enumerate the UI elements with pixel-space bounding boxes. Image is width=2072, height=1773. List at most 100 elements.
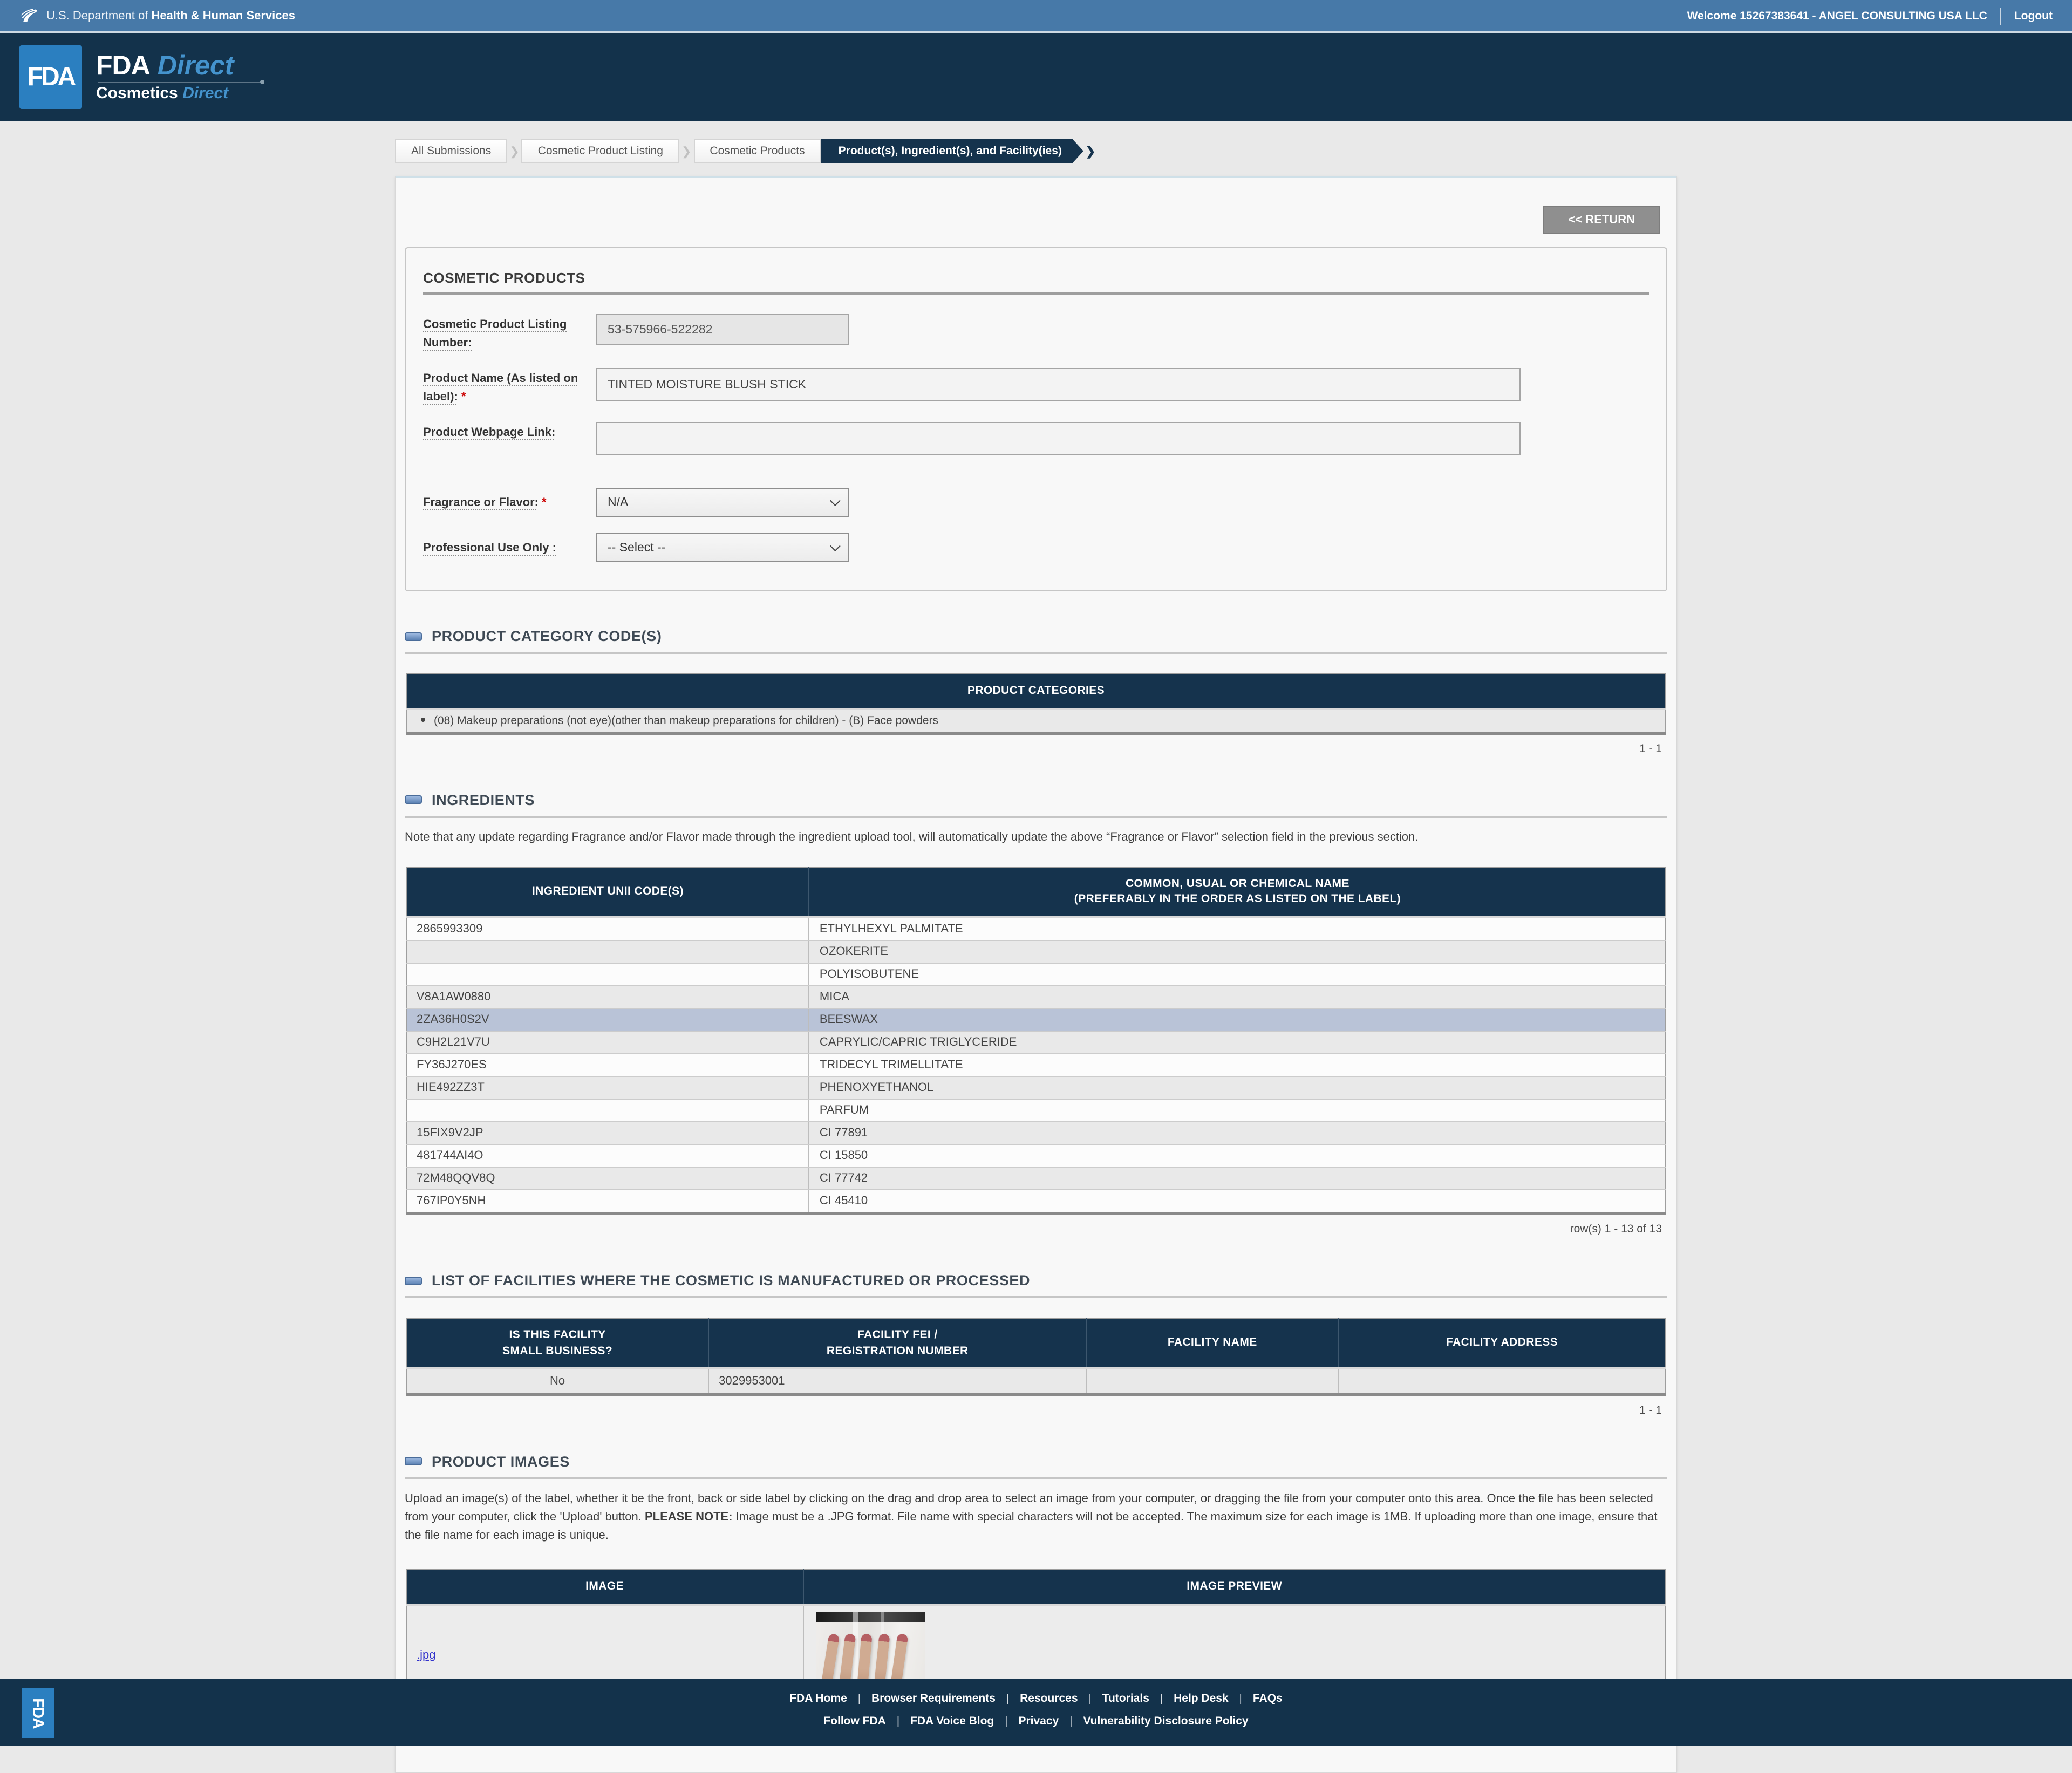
- ingredient-row[interactable]: FY36J270ES TRIDECYL TRIMELLITATE: [406, 1054, 1666, 1078]
- brand-block: FDA Direct Cosmetics Direct: [96, 51, 264, 103]
- footer-link[interactable]: FDA Voice Blog: [910, 1715, 994, 1728]
- ingredient-row[interactable]: 767IP0Y5NH CI 45410: [406, 1190, 1666, 1215]
- cosmetic-products-panel: COSMETIC PRODUCTS Cosmetic Product Listi…: [405, 247, 1667, 591]
- categories-pagination: 1 - 1: [1639, 742, 1662, 755]
- footer-link[interactable]: FAQs: [1253, 1692, 1283, 1705]
- ingredient-row[interactable]: OZOKERITE: [406, 940, 1666, 964]
- collapse-icon[interactable]: [405, 632, 422, 640]
- main-content-card: << RETURN COSMETIC PRODUCTS Cosmetic Pro…: [395, 176, 1677, 1773]
- footer-fda-logo: FDA: [22, 1688, 54, 1738]
- breadcrumb-cosmetic-product-listing[interactable]: Cosmetic Product Listing: [521, 139, 679, 163]
- footer-link-divider: |: [1088, 1693, 1092, 1704]
- facilities-pagination: 1 - 1: [1639, 1403, 1662, 1417]
- brand-fda: FDA: [96, 51, 151, 81]
- brand-direct: Direct: [157, 51, 234, 81]
- chevron-down-icon: [829, 495, 841, 507]
- breadcrumb-current-page: Product(s), Ingredient(s), and Facility(…: [821, 139, 1083, 163]
- brand-cosmetics: Cosmetics: [96, 84, 178, 103]
- facility-address-column-header: FACILITY ADDRESS: [1338, 1318, 1666, 1370]
- breadcrumb-all-submissions[interactable]: All Submissions: [395, 139, 508, 163]
- logout-link[interactable]: Logout: [2014, 9, 2053, 22]
- brand-separator: [98, 80, 264, 84]
- footer-link-divider: |: [1160, 1693, 1163, 1704]
- footer-link-divider: |: [1005, 1715, 1008, 1727]
- cosmetic-products-title: COSMETIC PRODUCTS: [423, 270, 1649, 295]
- footer-link[interactable]: Resources: [1020, 1692, 1078, 1705]
- footer-link[interactable]: Browser Requirements: [871, 1692, 996, 1705]
- ingredient-name-cell: MICA: [809, 986, 1666, 1010]
- ingredient-row[interactable]: 72M48QQV8Q CI 77742: [406, 1167, 1666, 1191]
- ingredient-row[interactable]: V8A1AW0880 MICA: [406, 986, 1666, 1010]
- listing-number-input: [596, 314, 849, 345]
- ingredients-section: INGREDIENTS Note that any update regardi…: [405, 792, 1667, 1236]
- footer-link[interactable]: Privacy: [1018, 1715, 1059, 1728]
- hhs-label: U.S. Department of Health & Human Servic…: [46, 9, 295, 22]
- fei-column-header: FACILITY FEI / REGISTRATION NUMBER: [708, 1318, 1087, 1370]
- image-file-link[interactable]: .jpg: [417, 1649, 436, 1662]
- footer-links-row1: FDA Home | Browser Requirements | Resour…: [0, 1679, 2072, 1705]
- ingredient-unii-cell: [406, 963, 810, 987]
- webpage-link-input[interactable]: [596, 422, 1521, 455]
- product-name-label: Product Name (As listed on label): *: [423, 372, 578, 403]
- ingredient-row[interactable]: 481744AI4O CI 15850: [406, 1144, 1666, 1168]
- ingredient-row[interactable]: C9H2L21V7U CAPRYLIC/CAPRIC TRIGLYCERIDE: [406, 1031, 1666, 1055]
- chevron-down-icon: [829, 541, 841, 552]
- hhs-eagle-icon: [19, 6, 39, 25]
- product-category-section: PRODUCT CATEGORY CODE(S) PRODUCT CATEGOR…: [405, 628, 1667, 755]
- footer-link-divider: |: [1239, 1693, 1242, 1704]
- fragrance-flavor-select[interactable]: N/A: [596, 488, 849, 517]
- fda-logo: FDA: [19, 45, 82, 109]
- ingredient-unii-cell: 2ZA36H0S2V: [406, 1008, 810, 1032]
- ingredients-note: Note that any update regarding Fragrance…: [405, 830, 1419, 844]
- webpage-link-label: Product Webpage Link:: [423, 426, 556, 439]
- unii-column-header: INGREDIENT UNII CODE(S): [406, 867, 810, 919]
- ingredient-unii-cell: FY36J270ES: [406, 1054, 810, 1078]
- ingredient-row[interactable]: 2ZA36H0S2V BEESWAX: [406, 1008, 1666, 1032]
- breadcrumb-arrow-icon: ❯: [1085, 145, 1096, 158]
- ingredient-name-cell: CI 77891: [809, 1122, 1666, 1145]
- ingredient-name-cell: PHENOXYETHANOL: [809, 1076, 1666, 1100]
- ingredient-unii-cell: [406, 1099, 810, 1123]
- facilities-title: LIST OF FACILITIES WHERE THE COSMETIC IS…: [432, 1272, 1031, 1289]
- product-categories-table: PRODUCT CATEGORIES (08) Makeup preparati…: [406, 673, 1666, 735]
- main-header: FDA FDA Direct Cosmetics Direct: [0, 33, 2072, 121]
- ingredient-name-cell: CI 77742: [809, 1167, 1666, 1191]
- ingredient-row[interactable]: PARFUM: [406, 1099, 1666, 1123]
- small-business-column-header: IS THIS FACILITY SMALL BUSINESS?: [406, 1318, 710, 1370]
- ingredients-title: INGREDIENTS: [432, 792, 535, 808]
- footer-link[interactable]: Vulnerability Disclosure Policy: [1083, 1715, 1248, 1728]
- footer-link[interactable]: Follow FDA: [823, 1715, 886, 1728]
- collapse-icon[interactable]: [405, 795, 422, 804]
- ingredient-name-cell: ETHYLHEXYL PALMITATE: [809, 917, 1666, 942]
- return-button[interactable]: << RETURN: [1543, 206, 1660, 234]
- ingredient-name-cell: CI 15850: [809, 1144, 1666, 1168]
- product-categories-header: PRODUCT CATEGORIES: [406, 674, 1666, 710]
- professional-use-select[interactable]: -- Select --: [596, 533, 849, 562]
- footer-link-divider: |: [1006, 1693, 1010, 1704]
- fragrance-flavor-label: Fragrance or Flavor: *: [423, 496, 547, 510]
- ingredient-name-cell: OZOKERITE: [809, 940, 1666, 964]
- ingredient-unii-cell: V8A1AW0880: [406, 986, 810, 1010]
- breadcrumb-cosmetic-products[interactable]: Cosmetic Products: [693, 139, 821, 163]
- image-column-header: IMAGE: [406, 1570, 804, 1606]
- facilities-section: LIST OF FACILITIES WHERE THE COSMETIC IS…: [405, 1272, 1667, 1417]
- brand-cosmetics-direct: Direct: [182, 84, 229, 103]
- facility-address-cell: [1338, 1368, 1666, 1395]
- footer-link[interactable]: Help Desk: [1174, 1692, 1229, 1705]
- ingredient-row[interactable]: POLYISOBUTENE: [406, 963, 1666, 987]
- footer-link[interactable]: FDA Home: [789, 1692, 847, 1705]
- facilities-table: IS THIS FACILITY SMALL BUSINESS? FACILITY…: [406, 1318, 1666, 1396]
- product-images-instructions: Upload an image(s) of the label, whether…: [405, 1492, 1658, 1543]
- footer-link-divider: |: [1069, 1715, 1073, 1727]
- footer-link[interactable]: Tutorials: [1102, 1692, 1149, 1705]
- ingredient-row[interactable]: 15FIX9V2JP CI 77891: [406, 1122, 1666, 1145]
- collapse-icon[interactable]: [405, 1457, 422, 1466]
- collapse-icon[interactable]: [405, 1276, 422, 1285]
- ingredient-row[interactable]: HIE492ZZ3T PHENOXYETHANOL: [406, 1076, 1666, 1100]
- facility-small-business-cell: No: [406, 1368, 710, 1395]
- footer-link-divider: |: [857, 1693, 861, 1704]
- ingredient-name-cell: TRIDECYL TRIMELLITATE: [809, 1054, 1666, 1078]
- product-name-input[interactable]: [596, 368, 1521, 401]
- ingredient-row[interactable]: 2865993309 ETHYLHEXYL PALMITATE: [406, 917, 1666, 942]
- ingredient-name-cell: PARFUM: [809, 1099, 1666, 1123]
